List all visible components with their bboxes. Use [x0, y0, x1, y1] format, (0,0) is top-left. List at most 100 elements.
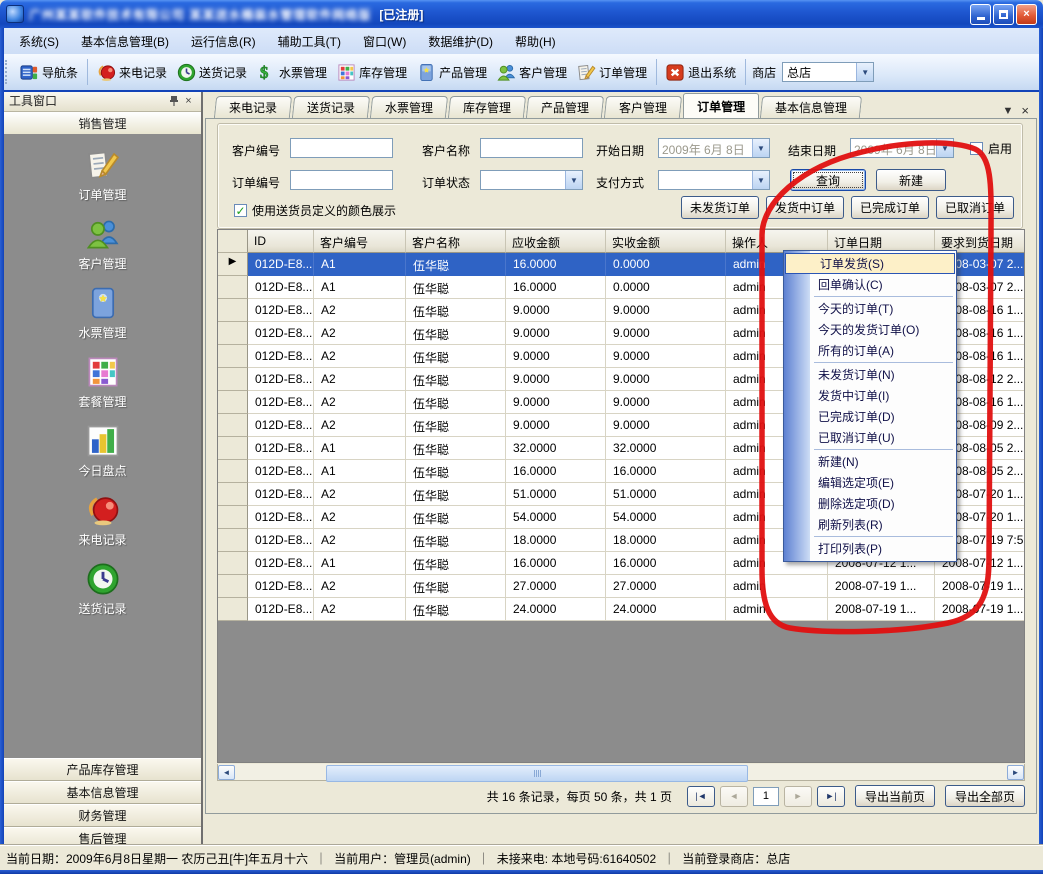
sidebar-item-5[interactable]: 来电记录: [4, 493, 201, 548]
row-selector[interactable]: [218, 598, 248, 621]
context-menu-item-17[interactable]: 打印列表(P): [784, 538, 956, 559]
row-selector[interactable]: [218, 322, 248, 345]
context-menu-item-5[interactable]: 所有的订单(A): [784, 340, 956, 361]
close-button[interactable]: ×: [1016, 4, 1037, 25]
tab-7[interactable]: 基本信息管理: [760, 96, 862, 118]
context-menu-item-0[interactable]: 订单发货(S): [785, 253, 955, 274]
row-selector[interactable]: [218, 391, 248, 414]
scrollbar-thumb[interactable]: [326, 765, 748, 782]
sidebar-group-1[interactable]: 基本信息管理: [4, 781, 201, 804]
sidebar-item-1[interactable]: 客户管理: [4, 217, 201, 272]
tab-3[interactable]: 库存管理: [448, 96, 526, 118]
prev-page-button[interactable]: ◄: [720, 786, 748, 807]
page-number-input[interactable]: [753, 787, 779, 806]
column-header-实收金额[interactable]: 实收金额: [606, 230, 726, 253]
tab-5[interactable]: 客户管理: [604, 96, 682, 118]
context-menu-item-15[interactable]: 刷新列表(R): [784, 514, 956, 535]
menu-item-1[interactable]: 基本信息管理(B): [70, 30, 180, 53]
maximize-button[interactable]: [993, 4, 1014, 25]
enable-checkbox[interactable]: [970, 142, 983, 155]
sidebar-item-2[interactable]: 水票管理: [4, 286, 201, 341]
toolbar-button-2[interactable]: 送货记录: [172, 60, 252, 85]
column-header-应收金额[interactable]: 应收金额: [506, 230, 606, 253]
context-menu-item-7[interactable]: 未发货订单(N): [784, 364, 956, 385]
toolbar-button-5[interactable]: 产品管理: [412, 60, 492, 85]
menu-item-3[interactable]: 辅助工具(T): [267, 30, 352, 53]
toolbar-button-4[interactable]: 库存管理: [332, 60, 412, 85]
row-selector[interactable]: [218, 414, 248, 437]
menu-item-0[interactable]: 系统(S): [8, 30, 70, 53]
column-header-客户名称[interactable]: 客户名称: [406, 230, 506, 253]
query-button[interactable]: 查询: [790, 169, 866, 191]
row-selector[interactable]: [218, 483, 248, 506]
column-header-ID[interactable]: ID: [248, 230, 314, 253]
delivery-color-checkbox[interactable]: ✓: [234, 204, 247, 217]
shop-dropdown-icon[interactable]: ▼: [856, 63, 873, 81]
row-selector[interactable]: [218, 368, 248, 391]
export-all-pages-button[interactable]: 导出全部页: [945, 785, 1025, 807]
tab-6[interactable]: 订单管理: [683, 93, 759, 118]
status-filter-button-2[interactable]: 已完成订单: [851, 196, 929, 219]
context-menu-item-9[interactable]: 已完成订单(D): [784, 406, 956, 427]
new-button[interactable]: 新建: [876, 169, 946, 191]
tab-2[interactable]: 水票管理: [370, 96, 448, 118]
start-date-dropdown-icon[interactable]: ▼: [752, 139, 769, 157]
menu-item-5[interactable]: 数据维护(D): [417, 30, 504, 53]
scroll-left-icon[interactable]: ◄: [218, 765, 235, 780]
toolbar-button-6[interactable]: 客户管理: [492, 60, 572, 85]
row-selector[interactable]: [218, 460, 248, 483]
menu-item-6[interactable]: 帮助(H): [504, 30, 567, 53]
context-menu-item-10[interactable]: 已取消订单(U): [784, 427, 956, 448]
status-filter-button-3[interactable]: 已取消订单: [936, 196, 1014, 219]
pay-method-dropdown-icon[interactable]: ▼: [752, 171, 769, 189]
row-selector[interactable]: [218, 276, 248, 299]
toolbar-button-0[interactable]: 导航条: [15, 60, 83, 85]
sidebar-item-4[interactable]: 今日盘点: [4, 424, 201, 479]
customer-name-input[interactable]: [480, 138, 583, 158]
row-selector[interactable]: [218, 437, 248, 460]
table-row-15[interactable]: 012D-E8...A2伍华聪24.000024.0000admin2008-0…: [218, 598, 1024, 621]
minimize-button[interactable]: [970, 4, 991, 25]
row-selector[interactable]: [218, 575, 248, 598]
row-selector[interactable]: [218, 552, 248, 575]
end-date-dropdown-icon[interactable]: ▼: [936, 139, 953, 157]
order-status-dropdown-icon[interactable]: ▼: [565, 171, 582, 189]
row-selector[interactable]: ▶: [218, 253, 248, 276]
tab-0[interactable]: 来电记录: [214, 96, 292, 118]
menu-item-2[interactable]: 运行信息(R): [180, 30, 267, 53]
row-selector[interactable]: [218, 506, 248, 529]
pin-icon[interactable]: [166, 93, 181, 108]
context-menu-item-14[interactable]: 删除选定项(D): [784, 493, 956, 514]
tab-1[interactable]: 送货记录: [292, 96, 370, 118]
sidebar-item-0[interactable]: 订单管理: [4, 148, 201, 203]
column-header-rowselector[interactable]: [218, 230, 248, 253]
tool-window-close-icon[interactable]: ×: [181, 93, 196, 108]
context-menu-item-4[interactable]: 今天的发货订单(O): [784, 319, 956, 340]
order-no-input[interactable]: [290, 170, 393, 190]
sidebar-item-3[interactable]: 套餐管理: [4, 355, 201, 410]
menu-item-4[interactable]: 窗口(W): [352, 30, 417, 53]
column-header-客户编号[interactable]: 客户编号: [314, 230, 406, 253]
tab-scroll-dropdown-icon[interactable]: ▼: [1003, 105, 1014, 117]
customer-no-input[interactable]: [290, 138, 393, 158]
horizontal-scrollbar[interactable]: ◄ ►: [217, 764, 1025, 781]
toolbar-button-8[interactable]: 退出系统: [661, 60, 741, 85]
row-selector[interactable]: [218, 529, 248, 552]
table-row-14[interactable]: 012D-E8...A2伍华聪27.000027.0000admin2008-0…: [218, 575, 1024, 598]
scroll-right-icon[interactable]: ►: [1007, 765, 1024, 780]
tab-close-icon[interactable]: ×: [1021, 103, 1029, 118]
toolbar-button-1[interactable]: 来电记录: [92, 60, 172, 85]
context-menu-item-12[interactable]: 新建(N): [784, 451, 956, 472]
next-page-button[interactable]: ►: [784, 786, 812, 807]
first-page-button[interactable]: |◄: [687, 786, 715, 807]
sidebar-group-sales[interactable]: 销售管理: [4, 112, 201, 135]
row-selector[interactable]: [218, 345, 248, 368]
row-selector[interactable]: [218, 299, 248, 322]
last-page-button[interactable]: ►|: [817, 786, 845, 807]
sidebar-group-0[interactable]: 产品库存管理: [4, 758, 201, 781]
shop-combo[interactable]: 总店 ▼: [782, 62, 874, 82]
end-date-picker[interactable]: 2009年 6月 8日 ▼: [850, 138, 954, 158]
context-menu-item-8[interactable]: 发货中订单(I): [784, 385, 956, 406]
context-menu-item-3[interactable]: 今天的订单(T): [784, 298, 956, 319]
tab-4[interactable]: 产品管理: [526, 96, 604, 118]
